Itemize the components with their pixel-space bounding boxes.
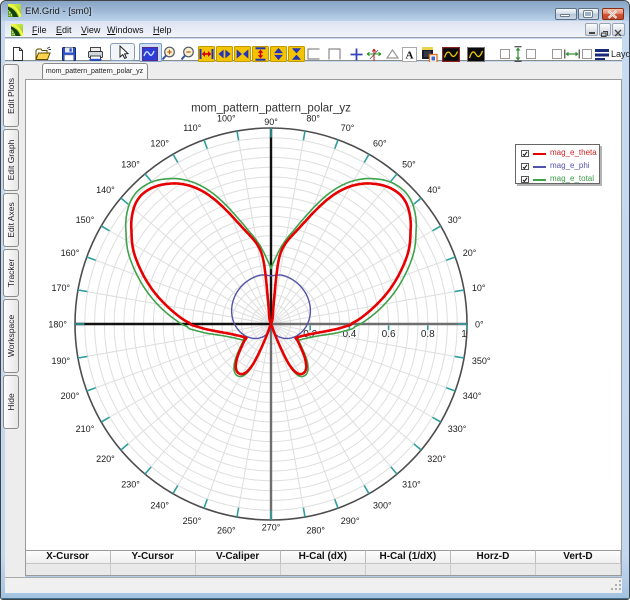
- svg-text:100°: 100°: [217, 114, 236, 124]
- svg-text:A: A: [406, 49, 414, 61]
- svg-text:120°: 120°: [150, 139, 169, 149]
- svg-text:70°: 70°: [341, 123, 355, 133]
- svg-text:0°: 0°: [475, 320, 484, 330]
- svg-text:180°: 180°: [48, 320, 67, 330]
- svg-text:290°: 290°: [341, 516, 360, 526]
- svg-text:350°: 350°: [472, 356, 491, 366]
- svg-text:110°: 110°: [183, 123, 201, 133]
- svg-text:10°: 10°: [472, 283, 486, 293]
- svg-text:220°: 220°: [96, 454, 115, 464]
- svg-text:210°: 210°: [76, 424, 95, 434]
- svg-text:30°: 30°: [448, 215, 462, 225]
- svg-text:130°: 130°: [121, 159, 140, 169]
- svg-text:190°: 190°: [51, 356, 70, 366]
- svg-text:90°: 90°: [264, 117, 278, 127]
- svg-text:140°: 140°: [96, 185, 115, 195]
- svg-text:150°: 150°: [76, 215, 95, 225]
- svg-text:170°: 170°: [51, 283, 70, 293]
- svg-text:260°: 260°: [217, 525, 236, 535]
- svg-text:230°: 230°: [121, 480, 140, 490]
- svg-text:330°: 330°: [448, 424, 467, 434]
- svg-text:50°: 50°: [402, 159, 416, 169]
- svg-text:160°: 160°: [61, 248, 80, 258]
- svg-text:320°: 320°: [427, 454, 446, 464]
- svg-text:270°: 270°: [262, 523, 281, 533]
- svg-text:0.8: 0.8: [421, 329, 435, 340]
- svg-text:300°: 300°: [373, 501, 392, 511]
- svg-text:80°: 80°: [306, 114, 320, 124]
- svg-text:60°: 60°: [373, 139, 387, 149]
- svg-text:310°: 310°: [402, 480, 421, 490]
- svg-text:340°: 340°: [463, 391, 482, 401]
- svg-text:250°: 250°: [183, 516, 202, 526]
- svg-text:40°: 40°: [427, 185, 441, 195]
- svg-text:200°: 200°: [61, 391, 80, 401]
- svg-text:0.6: 0.6: [382, 329, 396, 340]
- svg-text:240°: 240°: [150, 501, 169, 511]
- svg-text:mom_pattern_pattern_polar_yz: mom_pattern_pattern_polar_yz: [191, 103, 351, 115]
- svg-text:280°: 280°: [306, 525, 325, 535]
- svg-text:1: 1: [461, 329, 467, 340]
- svg-text:20°: 20°: [463, 248, 477, 258]
